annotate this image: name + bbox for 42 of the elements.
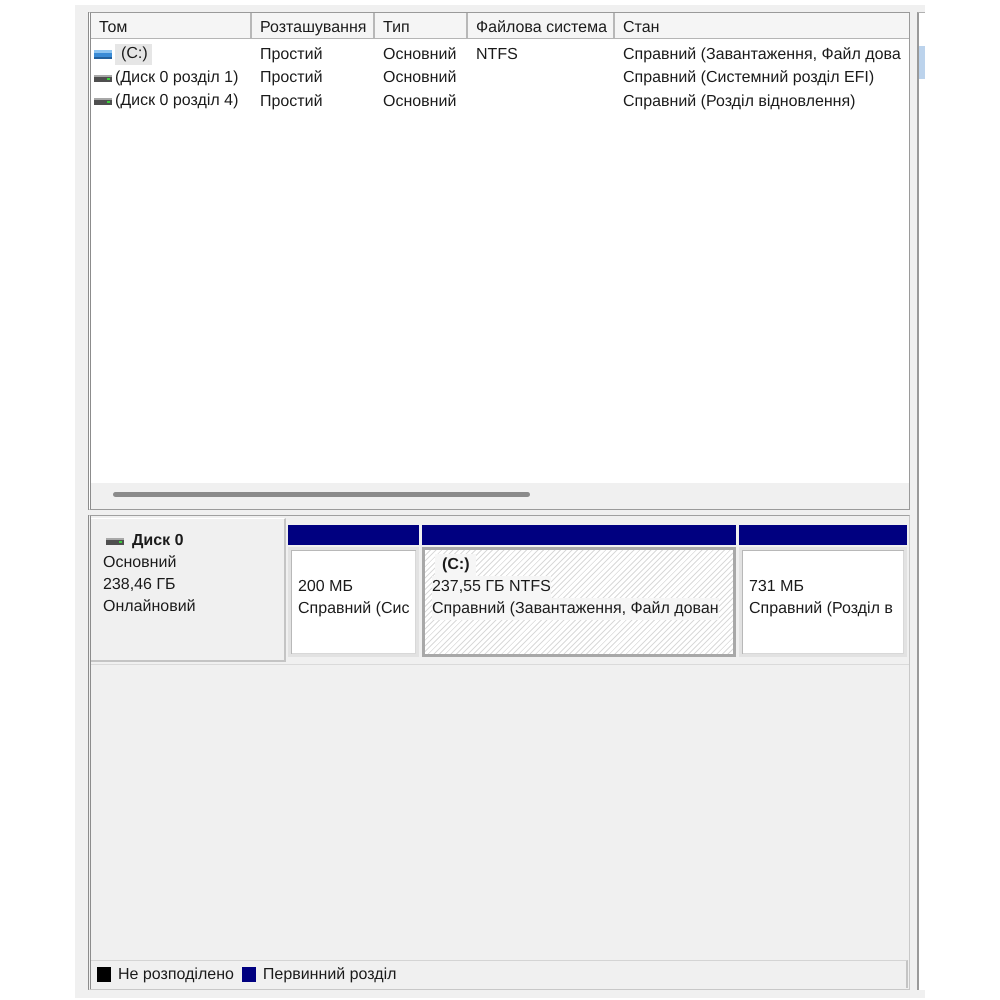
selection-highlight xyxy=(919,46,925,79)
table-cell-text: Простий xyxy=(259,69,324,88)
disk-name: Диск 0 xyxy=(132,531,184,551)
partition-status: Справний (Сис xyxy=(298,599,410,619)
disk-size: 238,46 ГБ xyxy=(103,575,176,595)
table-cell-text: Основний xyxy=(382,92,458,111)
table-cell-text: NTFS xyxy=(475,46,519,64)
column-header[interactable]: Тип xyxy=(375,13,468,38)
horizontal-scrollbar[interactable] xyxy=(91,483,909,509)
volume-name[interactable]: (Диск 0 розділ 1) xyxy=(115,68,238,89)
table-cell-text: Основний xyxy=(382,69,458,88)
table-cell-text: Справний (Завантаження, Файл дова xyxy=(622,46,902,64)
partition-block[interactable]: 731 МБ Справний (Розділ в xyxy=(739,547,907,657)
partition-size: 200 МБ xyxy=(298,577,353,597)
partition-block[interactable]: (C:) 237,55 ГБ NTFS Справний (Завантаження, Файл дован xyxy=(422,547,736,657)
legend-label: Первинний розділ xyxy=(262,966,396,984)
drive-icon xyxy=(94,74,112,82)
partition-status: Справний (Завантаження, Файл дован xyxy=(432,598,719,620)
volume-name[interactable]: (C:) xyxy=(115,44,152,66)
column-header[interactable]: Розташування xyxy=(252,13,375,38)
drive-icon xyxy=(94,50,112,60)
table-cell-text: Справний (Розділ відновлення) xyxy=(622,92,856,111)
legend-label: Не розподілено xyxy=(118,966,234,984)
table-cell-text: Справний (Системний розділ EFI) xyxy=(622,69,876,88)
partition-size: 237,55 ГБ NTFS xyxy=(432,576,551,598)
partition-label: (C:) xyxy=(435,554,476,576)
disk-info-panel[interactable]: Диск 0 Основний 238,46 ГБ Онлайновий xyxy=(91,518,286,662)
column-header[interactable]: Том xyxy=(91,13,252,38)
table-cell-text: Простий xyxy=(259,46,324,64)
drive-icon xyxy=(94,98,112,106)
partition-block[interactable]: 200 МБ Справний (Сис xyxy=(288,547,419,657)
scrollbar-thumb[interactable] xyxy=(113,492,530,496)
partition-status: Справний (Розділ в xyxy=(749,599,893,619)
column-header[interactable]: Файлова система xyxy=(468,13,615,38)
disk-status: Онлайновий xyxy=(103,597,196,617)
volume-name[interactable]: (Диск 0 розділ 4) xyxy=(115,91,238,112)
table-cell-text: Простий xyxy=(259,92,324,111)
partition-size: 731 МБ xyxy=(749,577,804,597)
disk-type: Основний xyxy=(103,553,176,573)
drive-icon xyxy=(106,538,124,544)
table-cell-text: Основний xyxy=(382,46,458,64)
column-header[interactable]: Стан xyxy=(615,13,909,38)
